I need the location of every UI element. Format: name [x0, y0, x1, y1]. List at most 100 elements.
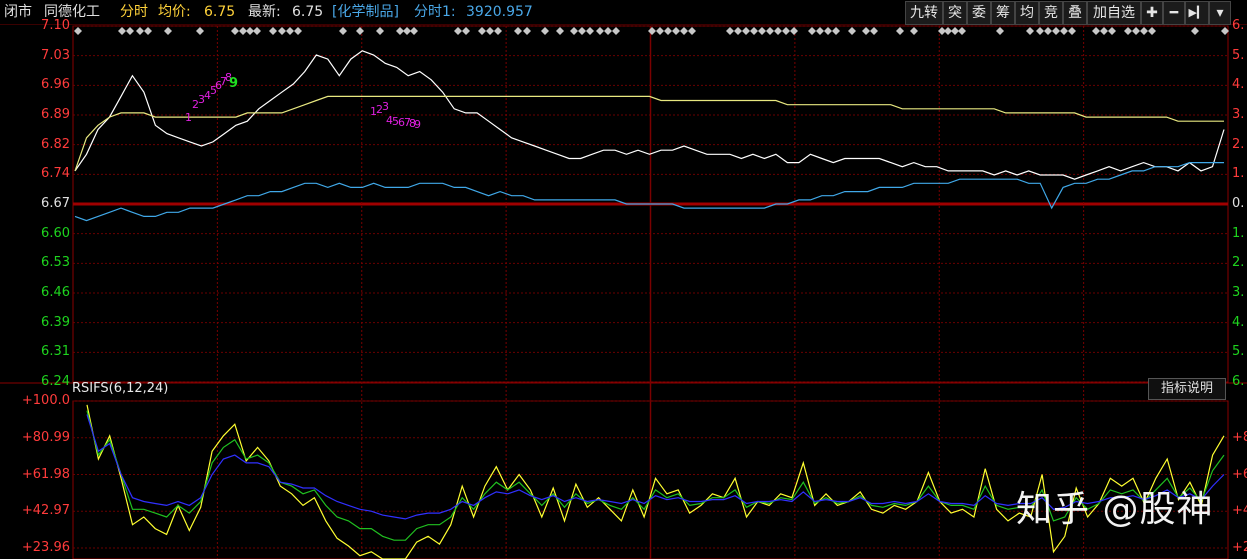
- percent-tick-label: 0.: [1232, 196, 1245, 211]
- event-diamond-marker: [612, 27, 620, 35]
- event-diamond-marker: [486, 27, 494, 35]
- event-diamond-marker: [824, 27, 832, 35]
- percent-tick-label: 1.: [1232, 166, 1245, 182]
- event-diamond-marker: [278, 27, 286, 35]
- event-diamond-marker: [556, 27, 564, 35]
- price-tick-label: 6.89: [41, 107, 70, 122]
- event-diamond-marker: [269, 27, 277, 35]
- event-diamond-marker: [1100, 27, 1108, 35]
- event-diamond-marker: [294, 27, 302, 35]
- event-diamond-marker: [910, 27, 918, 35]
- event-diamond-marker: [596, 27, 604, 35]
- event-diamond-marker: [1140, 27, 1148, 35]
- event-diamond-marker: [494, 27, 502, 35]
- price-tick-label: 6.39: [41, 314, 70, 330]
- event-diamond-marker: [570, 27, 578, 35]
- event-diamond-marker: [680, 27, 688, 35]
- percent-tick-label: 3.: [1232, 107, 1245, 122]
- rsi-tick-label: +42.97: [21, 503, 70, 519]
- event-diamond-marker: [750, 27, 758, 35]
- event-diamond-marker: [136, 27, 144, 35]
- rsi-tick-label: +61.98: [21, 466, 70, 482]
- percent-tick-label: 4.: [1232, 77, 1245, 93]
- event-diamond-marker: [1148, 27, 1156, 35]
- price-tick-label: 6.74: [41, 166, 70, 182]
- event-diamond-marker: [1191, 27, 1199, 35]
- price-tick-label: 7.03: [41, 47, 70, 63]
- event-diamond-marker: [742, 27, 750, 35]
- price-tick-label: 6.60: [41, 225, 70, 241]
- percent-tick-label: 5.: [1232, 344, 1245, 360]
- intraday-chart[interactable]: 12 3 4 567891 2 34 5 6 789: [0, 0, 1247, 559]
- event-diamond-marker: [454, 27, 462, 35]
- event-diamond-marker: [604, 27, 612, 35]
- event-diamond-marker: [356, 27, 364, 35]
- price-tick-label: 6.96: [41, 77, 70, 93]
- event-diamond-marker: [286, 27, 294, 35]
- percent-tick-label: 6.: [1232, 374, 1245, 389]
- event-diamond-marker: [862, 27, 870, 35]
- percent-tick-label: 5.: [1232, 47, 1245, 63]
- rsi-tick-label: +100.0: [21, 393, 70, 408]
- nine-turn-digit: 3: [382, 100, 389, 113]
- event-diamond-marker: [403, 27, 411, 35]
- event-diamond-marker: [231, 27, 239, 35]
- event-diamond-marker: [164, 27, 172, 35]
- event-diamond-marker: [951, 27, 959, 35]
- event-diamond-marker: [758, 27, 766, 35]
- event-diamond-marker: [396, 27, 404, 35]
- event-diamond-marker: [239, 27, 247, 35]
- event-diamond-marker: [664, 27, 672, 35]
- price-tick-label: 6.24: [41, 374, 70, 389]
- event-diamond-marker: [672, 27, 680, 35]
- event-diamond-marker: [126, 27, 134, 35]
- event-diamond-marker: [958, 27, 966, 35]
- event-diamond-marker: [1068, 27, 1076, 35]
- event-diamond-marker: [782, 27, 790, 35]
- event-diamond-marker: [1052, 27, 1060, 35]
- event-diamond-marker: [1132, 27, 1140, 35]
- event-diamond-marker: [118, 27, 126, 35]
- event-diamond-marker: [339, 27, 347, 35]
- price-tick-label: 6.31: [41, 344, 70, 360]
- event-diamond-marker: [726, 27, 734, 35]
- price-series: [74, 50, 1225, 222]
- price-tick-label: 6.67: [41, 196, 70, 211]
- event-diamond-marker: [246, 27, 254, 35]
- rsi-tick-label-right: +2: [1232, 540, 1247, 555]
- event-diamond-marker: [478, 27, 486, 35]
- percent-tick-label: 6.: [1232, 18, 1245, 33]
- event-diamond-marker: [1044, 27, 1052, 35]
- event-diamond-marker: [848, 27, 856, 35]
- event-diamond-marker: [816, 27, 824, 35]
- event-diamond-marker: [586, 27, 594, 35]
- percent-tick-label: 1.: [1232, 225, 1245, 241]
- percent-tick-label: 4.: [1232, 314, 1245, 330]
- event-diamond-marker: [656, 27, 664, 35]
- event-diamond-marker: [896, 27, 904, 35]
- event-diamond-marker: [376, 27, 384, 35]
- nine-turn-digit: 1: [185, 111, 192, 124]
- price-tick-label: 6.82: [41, 136, 70, 152]
- event-diamond-marker: [1036, 27, 1044, 35]
- series-line-avg: [74, 95, 1224, 172]
- event-diamond-marker: [774, 27, 782, 35]
- event-diamond-marker: [1124, 27, 1132, 35]
- event-markers-row: [74, 27, 1229, 35]
- rsi-tick-label-right: +4: [1232, 503, 1247, 519]
- rsi-tick-label: +80.99: [21, 429, 70, 445]
- indicator-title[interactable]: RSIFS(6,12,24): [72, 381, 168, 396]
- event-diamond-marker: [74, 27, 82, 35]
- percent-tick-label: 2.: [1232, 136, 1245, 152]
- event-diamond-marker: [870, 27, 878, 35]
- event-diamond-marker: [648, 27, 656, 35]
- event-diamond-marker: [1108, 27, 1116, 35]
- rsi-tick-label-right: +8: [1232, 429, 1247, 445]
- indicator-help-button[interactable]: 指标说明: [1148, 378, 1226, 400]
- percent-tick-label: 2.: [1232, 255, 1245, 271]
- event-diamond-marker: [688, 27, 696, 35]
- rsi-tick-label-right: +6: [1232, 466, 1247, 482]
- event-diamond-marker: [944, 27, 952, 35]
- event-diamond-marker: [253, 27, 261, 35]
- event-diamond-marker: [1060, 27, 1068, 35]
